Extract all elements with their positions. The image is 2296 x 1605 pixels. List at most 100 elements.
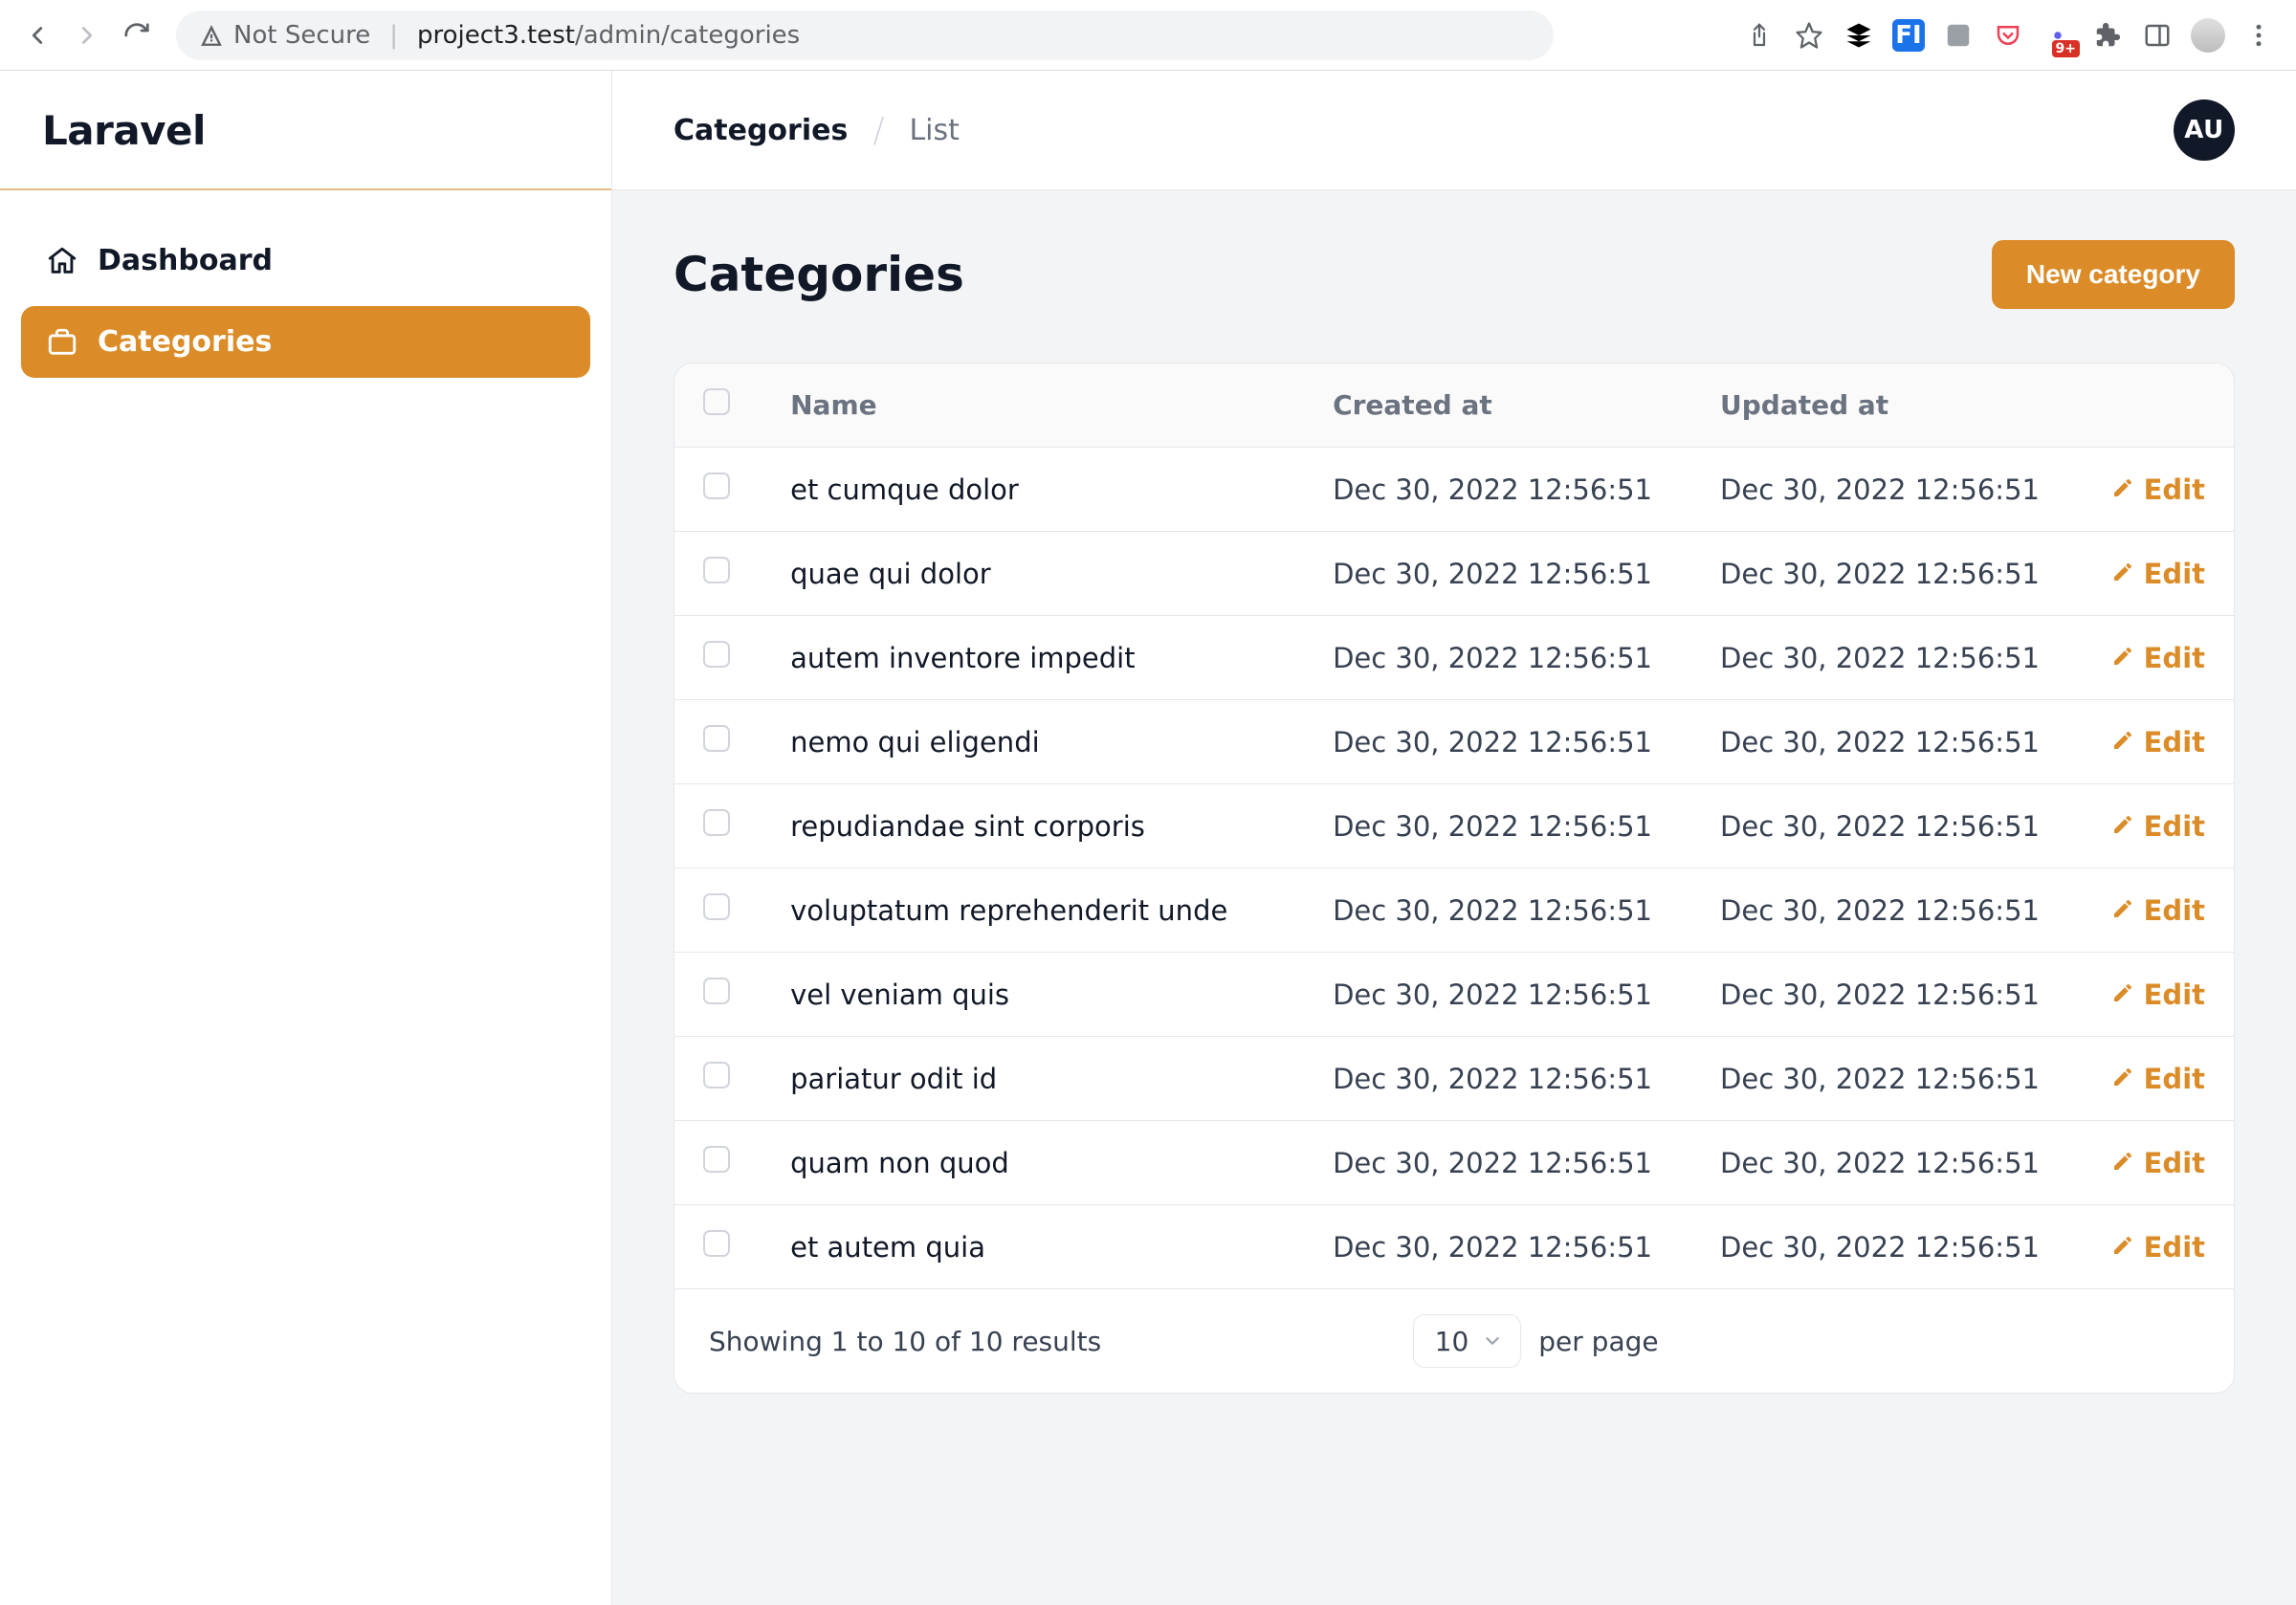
edit-button[interactable]: Edit — [2111, 558, 2205, 590]
reload-icon[interactable] — [121, 19, 153, 52]
row-created: Dec 30, 2022 12:56:51 — [1304, 1121, 1691, 1205]
row-created: Dec 30, 2022 12:56:51 — [1304, 700, 1691, 784]
table-row: et autem quiaDec 30, 2022 12:56:51Dec 30… — [674, 1205, 2234, 1289]
extension-loom-icon[interactable] — [2042, 19, 2074, 52]
sidebar-item-categories[interactable]: Categories — [21, 306, 590, 378]
url-separator: | — [389, 21, 398, 50]
row-checkbox[interactable] — [703, 1062, 730, 1088]
pencil-icon — [2111, 894, 2134, 927]
row-checkbox[interactable] — [703, 893, 730, 920]
categories-table: Name Created at Updated at et cumque dol… — [674, 363, 2234, 1289]
edit-button[interactable]: Edit — [2111, 978, 2205, 1011]
address-bar[interactable]: Not Secure | project3.test/admin/categor… — [176, 11, 1554, 60]
profile-avatar[interactable] — [2191, 18, 2225, 53]
sidebar-nav: Dashboard Categories — [0, 190, 611, 412]
table-footer: Showing 1 to 10 of 10 results 10 per pag… — [674, 1289, 2234, 1393]
kebab-menu-icon[interactable] — [2242, 19, 2275, 52]
edit-button[interactable]: Edit — [2111, 1231, 2205, 1264]
briefcase-icon — [46, 326, 78, 359]
edit-label: Edit — [2144, 894, 2205, 927]
edit-label: Edit — [2144, 473, 2205, 506]
edit-button[interactable]: Edit — [2111, 1147, 2205, 1179]
row-updated: Dec 30, 2022 12:56:51 — [1691, 784, 2079, 868]
edit-label: Edit — [2144, 1231, 2205, 1264]
not-secure-indicator: Not Secure — [199, 21, 370, 50]
row-checkbox[interactable] — [703, 557, 730, 583]
edit-button[interactable]: Edit — [2111, 726, 2205, 759]
forward-icon[interactable] — [71, 19, 103, 52]
user-avatar[interactable]: AU — [2174, 99, 2235, 161]
row-updated: Dec 30, 2022 12:56:51 — [1691, 868, 2079, 953]
breadcrumb-leaf: List — [909, 114, 959, 147]
row-checkbox[interactable] — [703, 1230, 730, 1257]
extensions-puzzle-icon[interactable] — [2091, 19, 2124, 52]
row-updated: Dec 30, 2022 12:56:51 — [1691, 953, 2079, 1037]
column-header-checkbox — [674, 363, 762, 448]
extension-blue-icon[interactable]: FI — [1892, 19, 1925, 52]
row-created: Dec 30, 2022 12:56:51 — [1304, 868, 1691, 953]
table-row: repudiandae sint corporisDec 30, 2022 12… — [674, 784, 2234, 868]
url-host: project3.test — [417, 21, 575, 50]
column-header-created[interactable]: Created at — [1304, 363, 1691, 448]
table-row: vel veniam quisDec 30, 2022 12:56:51Dec … — [674, 953, 2234, 1037]
column-header-name[interactable]: Name — [762, 363, 1304, 448]
panel-icon[interactable] — [2141, 19, 2174, 52]
breadcrumb-root[interactable]: Categories — [673, 114, 848, 147]
breadcrumb-separator-icon: / — [872, 111, 884, 150]
row-created: Dec 30, 2022 12:56:51 — [1304, 448, 1691, 532]
row-checkbox[interactable] — [703, 473, 730, 499]
row-checkbox[interactable] — [703, 978, 730, 1004]
pencil-icon — [2111, 558, 2134, 590]
results-summary: Showing 1 to 10 of 10 results — [709, 1326, 1101, 1357]
new-category-button[interactable]: New category — [1992, 240, 2235, 309]
row-checkbox[interactable] — [703, 809, 730, 836]
url-path: /admin/categories — [575, 21, 800, 50]
row-name: et cumque dolor — [762, 448, 1304, 532]
row-checkbox[interactable] — [703, 1146, 730, 1173]
edit-label: Edit — [2144, 1063, 2205, 1095]
edit-label: Edit — [2144, 642, 2205, 674]
pencil-icon — [2111, 810, 2134, 843]
categories-table-card: Name Created at Updated at et cumque dol… — [673, 363, 2235, 1394]
row-checkbox[interactable] — [703, 641, 730, 668]
table-row: quam non quodDec 30, 2022 12:56:51Dec 30… — [674, 1121, 2234, 1205]
row-updated: Dec 30, 2022 12:56:51 — [1691, 700, 2079, 784]
extension-pocket-icon[interactable] — [1992, 19, 2024, 52]
per-page-select[interactable]: 10 — [1413, 1314, 1522, 1368]
pencil-icon — [2111, 1063, 2134, 1095]
column-header-updated[interactable]: Updated at — [1691, 363, 2079, 448]
edit-button[interactable]: Edit — [2111, 894, 2205, 927]
extension-buffer-icon[interactable] — [1843, 19, 1875, 52]
edit-button[interactable]: Edit — [2111, 1063, 2205, 1095]
row-created: Dec 30, 2022 12:56:51 — [1304, 1037, 1691, 1121]
edit-button[interactable]: Edit — [2111, 810, 2205, 843]
star-icon[interactable] — [1793, 19, 1825, 52]
share-icon[interactable] — [1743, 19, 1776, 52]
pencil-icon — [2111, 642, 2134, 674]
app-logo[interactable]: Laravel — [42, 107, 206, 154]
column-header-actions — [2079, 363, 2234, 448]
table-row: quae qui dolorDec 30, 2022 12:56:51Dec 3… — [674, 532, 2234, 616]
row-updated: Dec 30, 2022 12:56:51 — [1691, 1037, 2079, 1121]
extension-todoist-icon[interactable] — [1942, 19, 1975, 52]
row-created: Dec 30, 2022 12:56:51 — [1304, 616, 1691, 700]
edit-button[interactable]: Edit — [2111, 642, 2205, 674]
edit-label: Edit — [2144, 558, 2205, 590]
row-checkbox[interactable] — [703, 725, 730, 752]
home-icon — [46, 245, 78, 277]
edit-label: Edit — [2144, 810, 2205, 843]
back-icon[interactable] — [21, 19, 54, 52]
per-page-label: per page — [1538, 1326, 1658, 1357]
sidebar-item-dashboard[interactable]: Dashboard — [21, 225, 590, 297]
logo-region: Laravel — [0, 71, 611, 190]
breadcrumb: Categories / List — [673, 111, 960, 150]
sidebar-item-label: Categories — [98, 325, 272, 359]
row-name: repudiandae sint corporis — [762, 784, 1304, 868]
url-text: project3.test/admin/categories — [417, 21, 800, 50]
edit-button[interactable]: Edit — [2111, 473, 2205, 506]
row-created: Dec 30, 2022 12:56:51 — [1304, 784, 1691, 868]
sidebar: Laravel Dashboard Categories — [0, 71, 612, 1605]
row-name: quam non quod — [762, 1121, 1304, 1205]
select-all-checkbox[interactable] — [703, 388, 730, 415]
edit-label: Edit — [2144, 978, 2205, 1011]
